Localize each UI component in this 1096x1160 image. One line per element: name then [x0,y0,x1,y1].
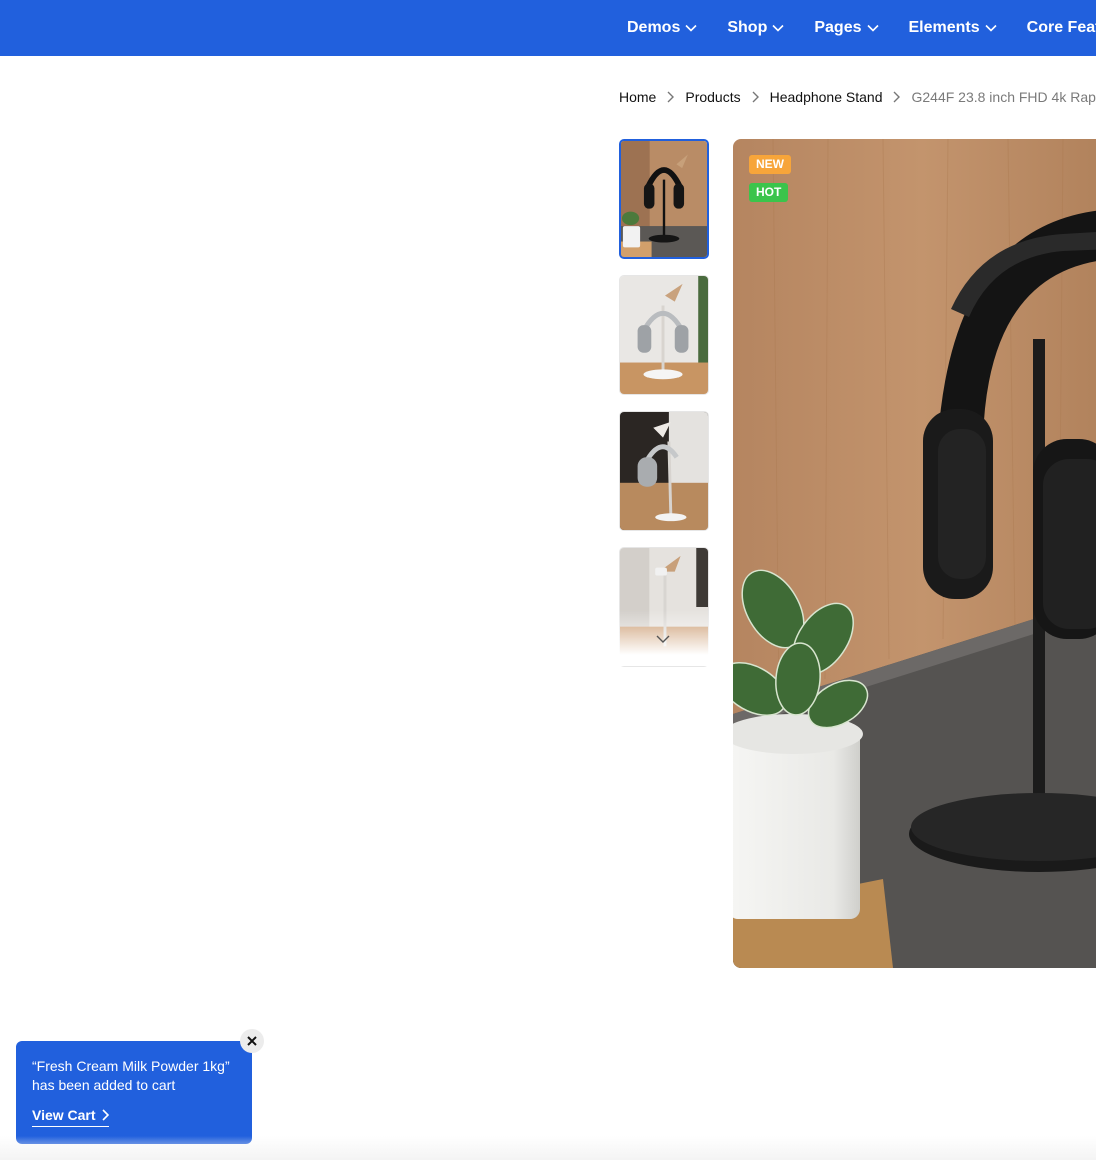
top-navigation-bar: Demos Shop Pages Elements Core Features [0,0,1096,56]
toast-message: “Fresh Cream Milk Powder 1kg” has been a… [32,1058,230,1093]
thumbnail-white-headphone-stand[interactable] [619,275,709,395]
thumbnail-white-stand-on-desk[interactable] [619,411,709,531]
chevron-right-icon [667,91,675,103]
nav-item-shop[interactable]: Shop [727,19,784,37]
nav-label: Demos [627,19,681,36]
chevron-right-icon [101,1109,109,1121]
chevron-down-icon [866,24,879,32]
breadcrumb-home[interactable]: Home [619,89,656,105]
nav-label: Pages [814,19,862,36]
breadcrumb-current-product: G244F 23.8 inch FHD 4k Rapid IPS [911,89,1096,105]
chevron-down-icon[interactable] [654,632,672,646]
chevron-down-icon [985,24,997,32]
nav-label: Shop [727,19,768,36]
chevron-down-icon [685,24,697,32]
main-product-image[interactable] [733,139,1096,968]
product-photo [733,139,1096,968]
main-menu: Demos Shop Pages Elements Core Features [627,0,1096,56]
view-cart-link[interactable]: View Cart [32,1107,109,1127]
nav-item-demos[interactable]: Demos [627,19,697,37]
chevron-right-icon [893,91,901,103]
product-image [620,412,708,530]
chevron-right-icon [752,91,759,103]
breadcrumb: Home Products Headphone Stand G244F 23.8… [619,88,1096,106]
new-badge: NEW [749,155,791,174]
breadcrumb-products[interactable]: Products [685,89,740,105]
added-to-cart-toast: “Fresh Cream Milk Powder 1kg” has been a… [16,1041,252,1144]
chevron-down-icon [772,24,784,32]
close-icon[interactable] [240,1029,264,1053]
view-cart-label: View Cart [32,1107,96,1123]
hot-badge: HOT [749,183,789,202]
bottom-shadow [0,1136,1096,1160]
nav-label: Elements [908,19,980,36]
breadcrumb-headphone-stand[interactable]: Headphone Stand [770,89,883,105]
nav-item-elements[interactable]: Elements [909,19,997,37]
product-image [621,141,707,257]
nav-label: Core Features [1026,19,1096,36]
nav-item-pages[interactable]: Pages [814,19,879,37]
thumbnail-black-headphone-stand[interactable] [619,139,709,259]
product-image [620,276,708,394]
nav-item-core-features[interactable]: Core Features [1027,19,1096,37]
